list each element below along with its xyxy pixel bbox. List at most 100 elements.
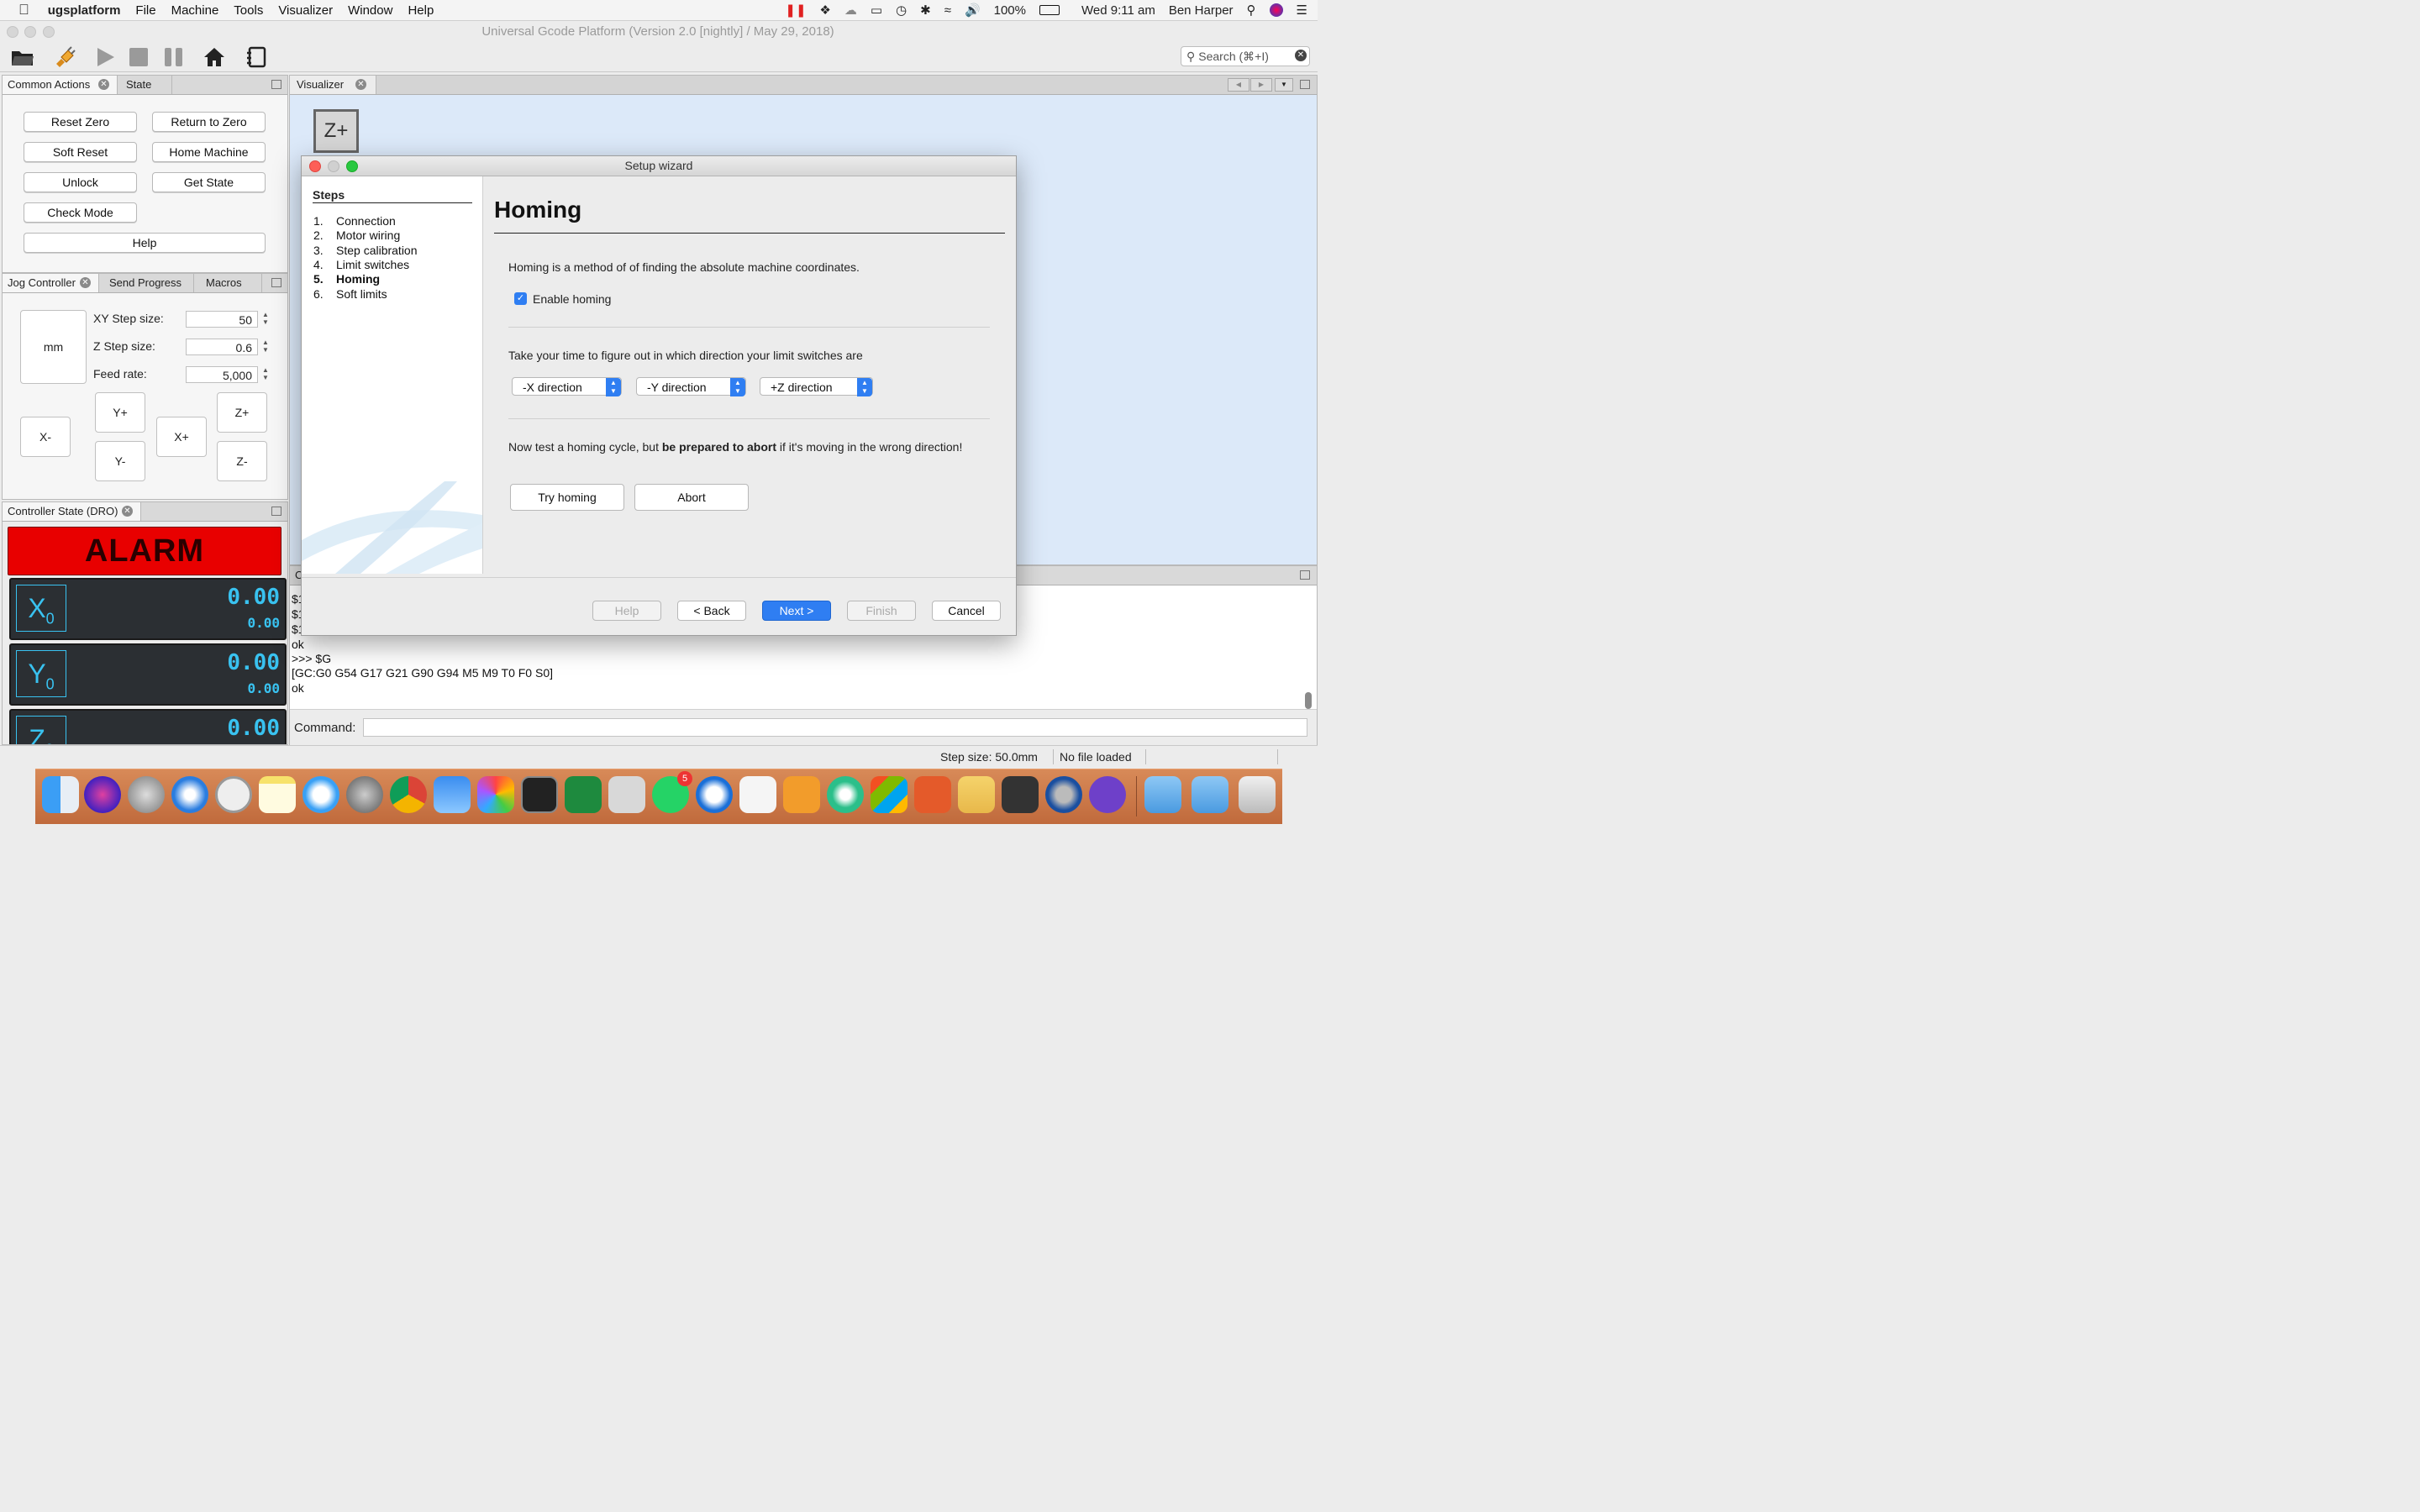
try-homing-button[interactable]: Try homing xyxy=(510,484,624,511)
close-tab-icon[interactable]: ✕ xyxy=(355,79,366,90)
open-folder-button[interactable] xyxy=(10,45,35,70)
bluetooth-icon[interactable]: ✱ xyxy=(920,3,931,18)
minimize-panel-icon[interactable] xyxy=(271,80,281,89)
photos-icon[interactable] xyxy=(477,776,514,813)
clear-search-icon[interactable]: ✕ xyxy=(1295,50,1307,61)
jog-z-minus-button[interactable]: Z- xyxy=(217,441,267,481)
dialog-minimize-button[interactable] xyxy=(328,160,339,172)
chrome-icon[interactable] xyxy=(390,776,427,813)
minimize-panel-icon[interactable] xyxy=(271,507,281,516)
connect-button[interactable] xyxy=(52,45,77,70)
help-button[interactable]: Help xyxy=(24,233,266,253)
tab-list-icon[interactable]: ▼ xyxy=(1275,78,1293,92)
reset-zero-button[interactable]: Reset Zero xyxy=(24,112,137,132)
downloads-folder-icon[interactable] xyxy=(1192,776,1228,813)
dialog-zoom-button[interactable] xyxy=(346,160,358,172)
tab-jog-controller[interactable]: Jog Controller ✕ xyxy=(3,274,99,292)
calculator-icon[interactable] xyxy=(608,776,645,813)
jog-x-minus-button[interactable]: X- xyxy=(20,417,71,457)
notification-center-icon[interactable]: ☰ xyxy=(1297,3,1307,18)
windows-icon[interactable] xyxy=(871,776,908,813)
spotlight-search-icon[interactable]: ⚲ xyxy=(1247,3,1256,18)
remote-desktop-icon[interactable] xyxy=(434,776,471,813)
safari-icon[interactable] xyxy=(171,776,208,813)
play-button[interactable] xyxy=(92,45,118,70)
get-state-button[interactable]: Get State xyxy=(152,172,266,192)
xy-step-stepper[interactable]: ▲ ▼ xyxy=(261,311,270,328)
y-direction-select[interactable]: -Y direction ▲ ▼ xyxy=(636,377,746,396)
menu-visualizer[interactable]: Visualizer xyxy=(278,3,333,18)
volume-icon[interactable]: 🔊 xyxy=(965,3,981,18)
x-direction-select[interactable]: -X direction ▲ ▼ xyxy=(512,377,622,396)
scroll-left-icon[interactable]: ◀ xyxy=(1228,78,1249,92)
stop-button[interactable] xyxy=(126,45,151,70)
wizard-cancel-button[interactable]: Cancel xyxy=(932,601,1001,621)
system-preferences-icon[interactable] xyxy=(346,776,383,813)
wizard-next-button[interactable]: Next > xyxy=(762,601,831,621)
wizard-finish-button[interactable]: Finish xyxy=(847,601,916,621)
xy-step-input[interactable]: 50 xyxy=(186,311,258,328)
outline-button[interactable] xyxy=(244,45,269,70)
menu-machine[interactable]: Machine xyxy=(171,3,219,18)
folder-stack-icon[interactable] xyxy=(958,776,995,813)
z-step-input[interactable]: 0.6 xyxy=(186,339,258,355)
pause-button[interactable] xyxy=(161,45,187,70)
dro-y-axis-label[interactable]: Y0 xyxy=(16,650,66,697)
units-toggle-button[interactable]: mm xyxy=(20,310,87,384)
home-button[interactable] xyxy=(202,45,227,70)
messages-icon[interactable] xyxy=(302,776,339,813)
time-machine-icon[interactable]: ◷ xyxy=(896,3,907,18)
trash-icon[interactable] xyxy=(1239,776,1276,813)
tab-state[interactable]: State xyxy=(118,76,172,94)
notes-icon[interactable] xyxy=(259,776,296,813)
jog-y-plus-button[interactable]: Y+ xyxy=(95,392,145,433)
dro-x-axis-label[interactable]: X0 xyxy=(16,585,66,632)
launchpad-icon[interactable] xyxy=(128,776,165,813)
view-z-plus-button[interactable]: Z+ xyxy=(313,109,359,153)
jog-x-plus-button[interactable]: X+ xyxy=(156,417,207,457)
teamviewer-icon[interactable] xyxy=(696,776,733,813)
home-machine-button[interactable]: Home Machine xyxy=(152,142,266,162)
wizard-help-button[interactable]: Help xyxy=(592,601,661,621)
close-tab-icon[interactable]: ✕ xyxy=(80,277,91,288)
close-tab-icon[interactable]: ✕ xyxy=(122,506,133,517)
dro-z-axis-label[interactable]: Z0 xyxy=(16,716,66,744)
feed-rate-input[interactable]: 5,000 xyxy=(186,366,258,383)
finder-icon[interactable] xyxy=(42,776,79,813)
minimize-panel-icon[interactable] xyxy=(271,278,281,287)
battery-icon[interactable] xyxy=(1039,5,1060,15)
tab-common-actions[interactable]: Common Actions ✕ xyxy=(3,76,118,94)
unlock-button[interactable]: Unlock xyxy=(24,172,137,192)
airplay-icon[interactable]: ▭ xyxy=(871,3,882,18)
search-field[interactable]: ⚲ Search (⌘+I) ✕ xyxy=(1181,46,1310,66)
apple-icon[interactable]:  xyxy=(18,2,29,18)
minimize-panel-icon[interactable] xyxy=(1300,570,1310,580)
fusion-360-icon[interactable] xyxy=(783,776,820,813)
pause-icon[interactable]: ❚❚ xyxy=(785,3,806,18)
app-menu[interactable]: ugsplatform xyxy=(48,3,121,18)
atom-icon[interactable] xyxy=(827,776,864,813)
scroll-right-icon[interactable]: ▶ xyxy=(1250,78,1272,92)
terminal-icon[interactable] xyxy=(521,776,558,813)
enable-homing-checkbox[interactable]: ✓ xyxy=(514,292,527,305)
menu-window[interactable]: Window xyxy=(348,3,392,18)
tab-controller-state[interactable]: Controller State (DRO) ✕ xyxy=(3,502,141,521)
dropbox-icon[interactable]: ❖ xyxy=(819,3,830,18)
soft-reset-button[interactable]: Soft Reset xyxy=(24,142,137,162)
enable-homing-label[interactable]: Enable homing xyxy=(533,292,611,306)
z-direction-select[interactable]: +Z direction ▲ ▼ xyxy=(760,377,873,396)
menu-file[interactable]: File xyxy=(135,3,155,18)
tab-macros[interactable]: Macros xyxy=(194,274,262,292)
printer-icon[interactable] xyxy=(1002,776,1039,813)
maximize-panel-icon[interactable] xyxy=(1300,80,1310,89)
close-tab-icon[interactable]: ✕ xyxy=(98,79,109,90)
tab-send-progress[interactable]: Send Progress xyxy=(99,274,194,292)
tab-visualizer[interactable]: Visualizer ✕ xyxy=(290,76,376,94)
github-icon[interactable] xyxy=(1089,776,1126,813)
user-name[interactable]: Ben Harper xyxy=(1169,3,1234,18)
wizard-back-button[interactable]: < Back xyxy=(677,601,746,621)
menu-help[interactable]: Help xyxy=(408,3,434,18)
menu-tools[interactable]: Tools xyxy=(234,3,263,18)
quicktime-icon[interactable] xyxy=(1045,776,1082,813)
java-icon[interactable] xyxy=(739,776,776,813)
